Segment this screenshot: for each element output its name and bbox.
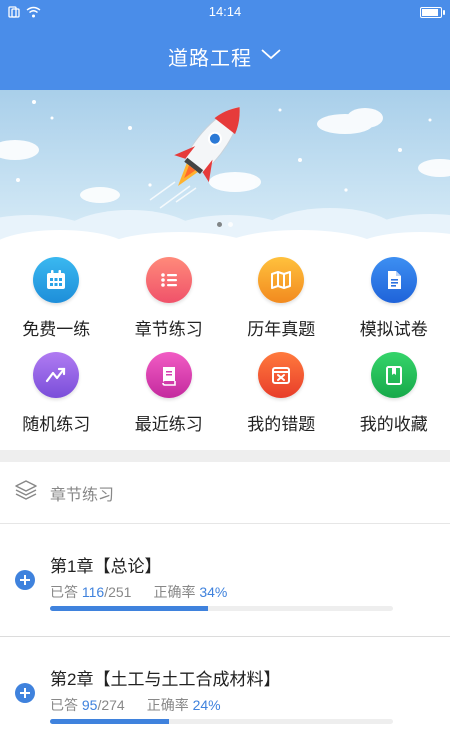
accuracy-value: 24% [192,697,221,713]
chapter-stats: 已答 116/251 正确率 34% [50,584,228,600]
trend-icon [33,352,80,398]
progress-bar [50,719,393,724]
page-title: 道路工程 [168,48,252,70]
menu-item-label: 随机练习 [22,415,91,434]
menu-item-label: 我的错题 [247,415,316,434]
chapter-item[interactable]: 第2章【土工与土工合成材料】 已答 95/274 正确率 24% [0,637,450,750]
bookmark-icon [370,352,417,398]
accuracy-label: 正确率 [153,584,196,600]
map-icon [258,257,305,303]
answered-label: 已答 [50,584,78,600]
section-divider [0,450,450,462]
calendar-icon [33,257,80,303]
layers-icon [14,479,38,506]
total-count: 251 [108,584,132,600]
chevron-down-icon [260,47,282,66]
expand-plus-icon[interactable] [15,570,35,590]
carousel-indicator [0,222,450,227]
answered-label: 已答 [50,697,78,713]
carousel-dot[interactable] [228,222,233,227]
status-bar: 14:14 [0,0,450,24]
status-time: 14:14 [208,4,242,19]
menu-item-label: 我的收藏 [359,415,428,434]
menu-item-label: 最近练习 [134,415,203,434]
subject-selector[interactable]: 道路工程 [0,42,450,71]
chapter-item[interactable]: 第1章【总论】 已答 116/251 正确率 34% [0,524,450,636]
feature-menu: 免费一练 章节练习 历年真题 模拟试卷 随机练习 最近练习 我的错题 我的收藏 [0,245,450,450]
total-count: 274 [101,697,125,713]
error-calendar-icon [258,352,305,398]
answered-count: 116 [81,584,105,600]
carousel-dot[interactable] [217,222,222,227]
document-icon [370,257,417,303]
section-header: 章节练习 [0,462,450,524]
menu-item-mock-exam[interactable]: 模拟试卷 [338,257,450,352]
expand-plus-icon[interactable] [15,683,35,703]
progress-fill [50,606,209,611]
menu-item-random-practice[interactable]: 随机练习 [0,352,113,447]
menu-item-label: 章节练习 [134,320,203,339]
section-title: 章节练习 [50,486,115,504]
chapter-stats: 已答 95/274 正确率 24% [50,697,221,713]
menu-item-label: 模拟试卷 [359,320,428,339]
menu-item-my-favorites[interactable]: 我的收藏 [338,352,450,447]
progress-fill [50,719,170,724]
accuracy-label: 正确率 [146,697,189,713]
banner-carousel[interactable] [0,90,450,245]
answered-count: 95 [81,697,98,713]
app-header: 14:14 道路工程 [0,0,450,90]
menu-item-recent-practice[interactable]: 最近练习 [113,352,226,447]
menu-item-chapter-practice[interactable]: 章节练习 [113,257,226,352]
list-icon [145,257,192,303]
battery-icon [420,6,445,18]
menu-item-free-practice[interactable]: 免费一练 [0,257,113,352]
menu-item-my-mistakes[interactable]: 我的错题 [225,352,338,447]
progress-bar [50,606,393,611]
menu-item-label: 免费一练 [22,320,91,339]
book-icon [145,352,192,398]
chapter-title: 第2章【土工与土工合成材料】 [50,670,281,689]
menu-item-label: 历年真题 [247,320,316,339]
accuracy-value: 34% [199,584,228,600]
menu-item-past-exams[interactable]: 历年真题 [225,257,338,352]
chapter-title: 第1章【总论】 [50,557,162,576]
